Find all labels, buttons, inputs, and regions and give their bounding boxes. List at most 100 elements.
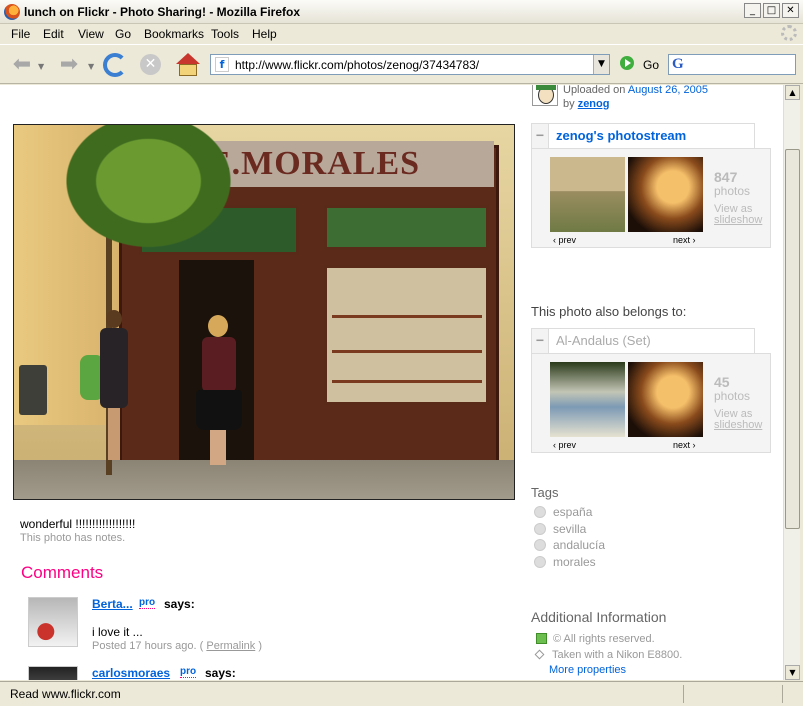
set-count-unit: photos: [714, 389, 751, 403]
status-bar: Read www.flickr.com: [0, 681, 803, 706]
menu-go[interactable]: Go: [115, 27, 131, 41]
throbber-icon: [781, 25, 797, 41]
maximize-button[interactable]: □: [763, 3, 780, 18]
scroll-up-icon[interactable]: ▲: [785, 85, 800, 100]
minimize-button[interactable]: _: [744, 3, 761, 18]
url-text[interactable]: http://www.flickr.com/photos/zenog/37434…: [235, 58, 479, 72]
menu-help[interactable]: Help: [252, 27, 277, 41]
forward-arrow-icon[interactable]: ➡: [56, 53, 82, 77]
main-photo[interactable]: E.MORALES: [13, 124, 515, 500]
tag-item[interactable]: andalucía: [534, 538, 605, 552]
collapse-photostream-button[interactable]: −: [532, 124, 549, 148]
pro-badge[interactable]: pro: [139, 597, 156, 609]
forward-dropdown-icon[interactable]: ▼: [88, 62, 94, 71]
set-count: 45: [714, 374, 730, 390]
tag-item[interactable]: españa: [534, 505, 592, 519]
tag-label[interactable]: españa: [553, 505, 592, 519]
pro-badge[interactable]: pro: [180, 666, 197, 678]
says-label: says:: [205, 666, 236, 680]
stop-icon[interactable]: ✕: [140, 54, 161, 75]
posted-time: Posted 17 hours ago. (: [92, 640, 204, 652]
reload-icon[interactable]: [103, 53, 127, 77]
title-bar: lunch on Flickr - Photo Sharing! - Mozil…: [0, 0, 803, 24]
permalink-link[interactable]: Permalink: [206, 640, 255, 652]
comment: Berta... pro says: i love it ... Posted …: [28, 597, 508, 657]
additional-info-heading: Additional Information: [531, 609, 667, 625]
photostream-count-unit: photos: [714, 184, 751, 198]
menu-file[interactable]: File: [11, 27, 30, 41]
window-title: lunch on Flickr - Photo Sharing! - Mozil…: [24, 5, 301, 19]
meta-close: ): [258, 640, 262, 652]
photostream-title[interactable]: zenog's photostream: [556, 128, 686, 143]
go-button[interactable]: Go: [643, 58, 659, 72]
more-properties-link[interactable]: More properties: [549, 664, 626, 676]
flickr-favicon-icon: f: [215, 57, 229, 72]
tag-label[interactable]: andalucía: [553, 538, 605, 552]
back-arrow-icon[interactable]: ⬅: [9, 53, 35, 77]
menu-view[interactable]: View: [78, 27, 104, 41]
go-arrow-icon[interactable]: [620, 56, 634, 70]
search-box[interactable]: G: [668, 54, 796, 75]
page-content: E.MORALES wonderful !!!!!!!!!!!!!!!!!! T…: [0, 85, 783, 680]
uploaded-line: Uploaded on August 26, 2005: [563, 85, 708, 96]
set-view-as: View as slideshow: [714, 409, 762, 431]
url-history-dropdown[interactable]: ▼: [593, 55, 609, 74]
rights-info: © All rights reserved.: [536, 633, 655, 645]
tag-label[interactable]: sevilla: [553, 522, 586, 536]
menu-tools[interactable]: Tools: [211, 27, 239, 41]
google-icon[interactable]: G: [672, 56, 684, 73]
photostream-prev-thumb[interactable]: [550, 157, 625, 232]
back-dropdown-icon[interactable]: ▼: [38, 62, 44, 71]
photostream-context: 847 photos View as slideshow ‹ prev next…: [531, 148, 771, 248]
avatar[interactable]: [28, 597, 78, 647]
tag-icon: [534, 539, 546, 551]
window-controls: _ □ ✕: [744, 3, 799, 18]
photostream-prev-link[interactable]: ‹ prev: [553, 235, 576, 245]
bullet-icon: [534, 649, 545, 660]
tag-item[interactable]: morales: [534, 555, 596, 569]
tag-label[interactable]: morales: [553, 555, 596, 569]
set-next-thumb[interactable]: [628, 362, 703, 437]
comments-heading: Comments: [21, 563, 104, 582]
photostream-view-as: View as slideshow: [714, 204, 762, 226]
commenter-name[interactable]: Berta...: [92, 597, 133, 611]
upload-date-link[interactable]: August 26, 2005: [628, 85, 708, 96]
vertical-scrollbar[interactable]: ▲ ▼: [783, 85, 800, 680]
photo-description: wonderful !!!!!!!!!!!!!!!!!!: [20, 517, 136, 531]
close-button[interactable]: ✕: [782, 3, 799, 18]
photo-notes-hint: This photo has notes.: [20, 532, 126, 544]
photostream-next-thumb[interactable]: [628, 157, 703, 232]
set-next-link[interactable]: next ›: [673, 440, 696, 450]
avatar[interactable]: [28, 666, 78, 680]
menu-bookmarks[interactable]: Bookmarks: [144, 27, 204, 41]
commenter-name[interactable]: carlosmoraes: [92, 666, 170, 680]
uploader-buddy-icon[interactable]: [532, 85, 558, 106]
comment-meta: Posted 17 hours ago. ( Permalink ): [92, 640, 262, 652]
set-context: 45 photos View as slideshow ‹ prev next …: [531, 353, 771, 453]
says-label: says:: [164, 597, 195, 611]
set-prev-thumb[interactable]: [550, 362, 625, 437]
set-prev-link[interactable]: ‹ prev: [553, 440, 576, 450]
home-icon[interactable]: [175, 53, 201, 77]
browser-window: lunch on Flickr - Photo Sharing! - Mozil…: [0, 0, 803, 706]
tag-item[interactable]: sevilla: [534, 522, 586, 536]
scroll-down-icon[interactable]: ▼: [785, 665, 800, 680]
rights-text: © All rights reserved.: [553, 633, 655, 645]
camera-info: Taken with a Nikon E8800.: [534, 649, 682, 661]
set-title[interactable]: Al-Andalus (Set): [556, 333, 651, 348]
collapse-set-button[interactable]: −: [532, 329, 549, 353]
menu-bar: File Edit View Go Bookmarks Tools Help: [0, 24, 803, 44]
photostream-slideshow-link[interactable]: slideshow: [714, 214, 762, 226]
navigation-toolbar: ⬅ ▼ ➡ ▼ ✕ f http://www.flickr.com/photos…: [0, 44, 803, 84]
scrollbar-thumb[interactable]: [785, 149, 800, 529]
set-slideshow-link[interactable]: slideshow: [714, 419, 762, 431]
comment: carlosmoraes pro says:: [28, 666, 508, 680]
uploader-link[interactable]: zenog: [578, 98, 610, 110]
menu-edit[interactable]: Edit: [43, 27, 64, 41]
tag-icon: [534, 506, 546, 518]
set-header: − Al-Andalus (Set): [531, 328, 755, 353]
by-prefix: by: [563, 98, 575, 110]
url-bar[interactable]: f http://www.flickr.com/photos/zenog/374…: [210, 54, 610, 75]
uploaded-prefix: Uploaded on: [563, 85, 626, 96]
photostream-next-link[interactable]: next ›: [673, 235, 696, 245]
